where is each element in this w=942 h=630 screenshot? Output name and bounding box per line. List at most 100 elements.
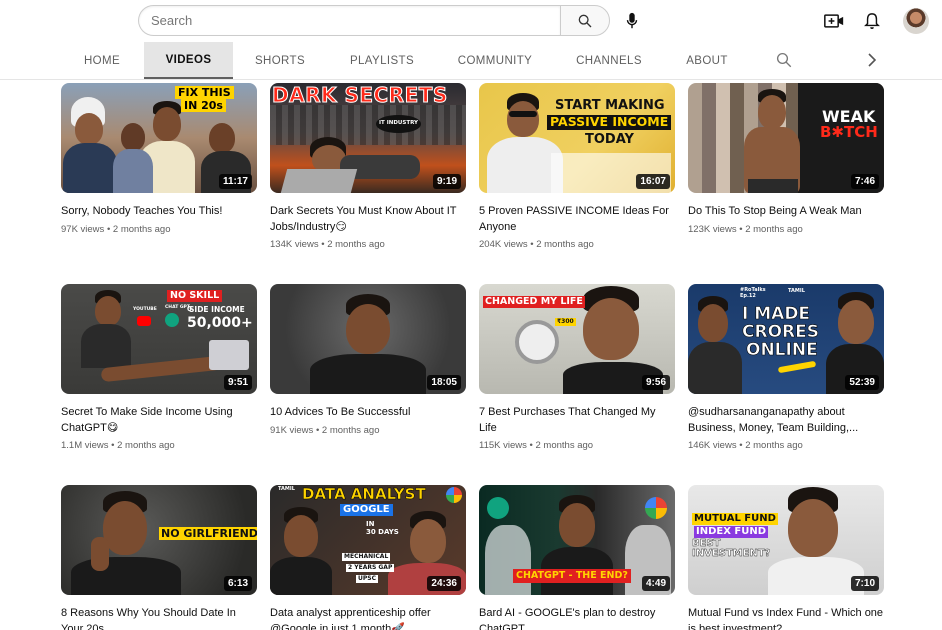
thumbnail-text: CHANGED MY LIFE: [483, 296, 585, 308]
bell-icon: [864, 13, 880, 29]
view-count: 97K views: [61, 223, 105, 235]
video-meta: 134K views • 2 months ago: [270, 239, 466, 250]
video-duration: 7:46: [850, 174, 879, 189]
channel-tabs: HOME VIDEOS SHORTS PLAYLISTS COMMUNITY C…: [0, 42, 942, 80]
video-card[interactable]: DARK SECRETS IT INDUSTRY 9:19 Dark Secre…: [270, 83, 466, 250]
video-card[interactable]: FIX THIS IN 20s 11:17 Sorry, Nobody Teac…: [61, 83, 257, 235]
yellow-arrow-icon: [777, 360, 817, 374]
view-count: 146K views: [688, 440, 737, 451]
video-meta: 204K views • 2 months ago: [479, 239, 675, 250]
view-count: 115K views: [479, 440, 527, 451]
tab-playlists[interactable]: PLAYLISTS: [337, 42, 427, 79]
video-title[interactable]: Do This To Stop Being A Weak Man: [688, 204, 884, 220]
video-title[interactable]: @sudharsananganapathy about Business, Mo…: [688, 405, 884, 436]
video-title[interactable]: Mutual Fund vs Index Fund - Which one is…: [688, 606, 884, 630]
video-card[interactable]: NO GIRLFRIEND 6:13 8 Reasons Why You Sho…: [61, 485, 257, 630]
thumbnail-text: IN 20s: [181, 99, 226, 112]
voice-search-button[interactable]: [617, 5, 647, 36]
tab-home[interactable]: HOME: [68, 42, 136, 79]
video-duration: 4:49: [641, 576, 670, 591]
video-card[interactable]: NO SKILL 0 SIDE INCOME 50,000+ YOUTUBE C…: [61, 284, 257, 451]
video-title[interactable]: Secret To Make Side Income Using ChatGPT…: [61, 405, 257, 436]
thumbnail-text: INDEX FUND: [694, 526, 769, 538]
video-thumbnail[interactable]: WEAK B✱TCH 7:46: [688, 83, 884, 193]
thumbnail-text: MUTUAL FUND: [692, 513, 778, 525]
video-meta: 91K views • 2 months ago: [270, 425, 466, 436]
video-meta: 123K views • 2 months ago: [688, 224, 884, 235]
google-logo-icon: [645, 497, 667, 519]
view-count: 204K views: [479, 239, 528, 250]
thumbnail-text: ONLINE: [746, 340, 818, 360]
video-card[interactable]: CHANGED MY LIFE ₹300 9:56 7 Best Purchas…: [479, 284, 675, 451]
tab-search-button[interactable]: [775, 51, 795, 71]
video-thumbnail[interactable]: #RoTalks Ep.12 TAMIL I MADE CRORES ONLIN…: [688, 284, 884, 394]
video-duration: 16:07: [636, 174, 670, 189]
thumbnail-text: TAMIL: [278, 486, 295, 492]
meta-separator: •: [739, 223, 743, 235]
video-meta: 146K views • 2 months ago: [688, 440, 884, 451]
thumbnail-text: 30 DAYS: [366, 528, 399, 536]
video-thumbnail[interactable]: NO SKILL 0 SIDE INCOME 50,000+ YOUTUBE C…: [61, 284, 257, 394]
search-button[interactable]: [560, 5, 610, 36]
create-button[interactable]: [820, 7, 848, 35]
tab-about[interactable]: ABOUT: [677, 42, 737, 79]
search-input[interactable]: [138, 5, 560, 36]
video-thumbnail[interactable]: NO GIRLFRIEND 6:13: [61, 485, 257, 595]
video-title[interactable]: Bard AI - GOOGLE's plan to destroy ChatG…: [479, 606, 675, 630]
video-thumbnail[interactable]: CHANGED MY LIFE ₹300 9:56: [479, 284, 675, 394]
thumbnail-text: ₹300: [555, 318, 576, 326]
search-box: [138, 5, 610, 36]
video-title[interactable]: 7 Best Purchases That Changed My Life: [479, 405, 675, 436]
tabs-next-button[interactable]: [866, 51, 884, 71]
meta-separator: •: [530, 239, 534, 250]
video-title[interactable]: Data analyst apprenticeship offer @Googl…: [270, 606, 466, 630]
view-count: 134K views: [270, 239, 319, 250]
tab-community[interactable]: COMMUNITY: [449, 42, 541, 79]
view-count: 91K views: [270, 424, 314, 436]
thumbnail-text: B✱TCH: [820, 123, 878, 141]
video-title[interactable]: 10 Advices To Be Successful: [270, 405, 466, 421]
video-title[interactable]: 8 Reasons Why You Should Date In Your 20…: [61, 606, 257, 630]
video-thumbnail[interactable]: 18:05: [270, 284, 466, 394]
upload-age: 2 months ago: [117, 440, 175, 451]
video-title[interactable]: Sorry, Nobody Teaches You This!: [61, 204, 257, 220]
video-duration: 9:19: [432, 174, 461, 189]
thumbnail-text: START MAKING: [555, 98, 665, 113]
meta-separator: •: [106, 223, 111, 235]
video-title[interactable]: Dark Secrets You Must Know About IT Jobs…: [270, 204, 466, 235]
video-card[interactable]: 18:05 10 Advices To Be Successful 91K vi…: [270, 284, 466, 436]
video-card[interactable]: START MAKING PASSIVE INCOME TODAY 16:07 …: [479, 83, 675, 250]
video-card[interactable]: #RoTalks Ep.12 TAMIL I MADE CRORES ONLIN…: [688, 284, 884, 451]
video-card[interactable]: CHATGPT - THE END? 4:49 Bard AI - GOOGLE…: [479, 485, 675, 630]
upload-age: 2 months ago: [535, 440, 594, 451]
notifications-button[interactable]: [858, 7, 886, 35]
video-thumbnail[interactable]: FIX THIS IN 20s 11:17: [61, 83, 257, 193]
alarm-clock-icon: [515, 320, 559, 364]
video-thumbnail[interactable]: DARK SECRETS IT INDUSTRY 9:19: [270, 83, 466, 193]
video-thumbnail[interactable]: START MAKING PASSIVE INCOME TODAY 16:07: [479, 83, 675, 193]
video-card[interactable]: WEAK B✱TCH 7:46 Do This To Stop Being A …: [688, 83, 884, 235]
video-duration: 9:51: [223, 375, 252, 390]
thumbnail-text: CHATGPT - THE END?: [513, 569, 631, 583]
meta-separator: •: [529, 440, 533, 451]
thumbnail-text: IT INDUSTRY: [376, 115, 422, 133]
avatar[interactable]: [903, 8, 929, 34]
chevron-right-icon: [868, 53, 877, 67]
upload-age: 2 months ago: [536, 239, 594, 250]
video-duration: 6:13: [223, 576, 252, 591]
video-title[interactable]: 5 Proven PASSIVE INCOME Ideas For Anyone: [479, 204, 675, 235]
thumbnail-text: FIX THIS: [175, 86, 234, 99]
upload-age: 2 months ago: [321, 424, 380, 436]
tab-shorts[interactable]: SHORTS: [245, 42, 315, 79]
video-thumbnail[interactable]: MUTUAL FUND INDEX FUND BEST INVESTMENT? …: [688, 485, 884, 595]
video-thumbnail[interactable]: TAMIL DATA ANALYST GOOGLE IN 30 DAYS MEC…: [270, 485, 466, 595]
tab-videos[interactable]: VIDEOS: [144, 42, 233, 79]
tab-channels[interactable]: CHANNELS: [567, 42, 651, 79]
video-card[interactable]: TAMIL DATA ANALYST GOOGLE IN 30 DAYS MEC…: [270, 485, 466, 630]
thumbnail-text: UPSC: [356, 575, 378, 583]
search-icon: [578, 14, 592, 27]
upload-age: 2 months ago: [745, 440, 803, 451]
video-duration: 7:10: [850, 576, 879, 591]
video-thumbnail[interactable]: CHATGPT - THE END? 4:49: [479, 485, 675, 595]
video-card[interactable]: MUTUAL FUND INDEX FUND BEST INVESTMENT? …: [688, 485, 884, 630]
